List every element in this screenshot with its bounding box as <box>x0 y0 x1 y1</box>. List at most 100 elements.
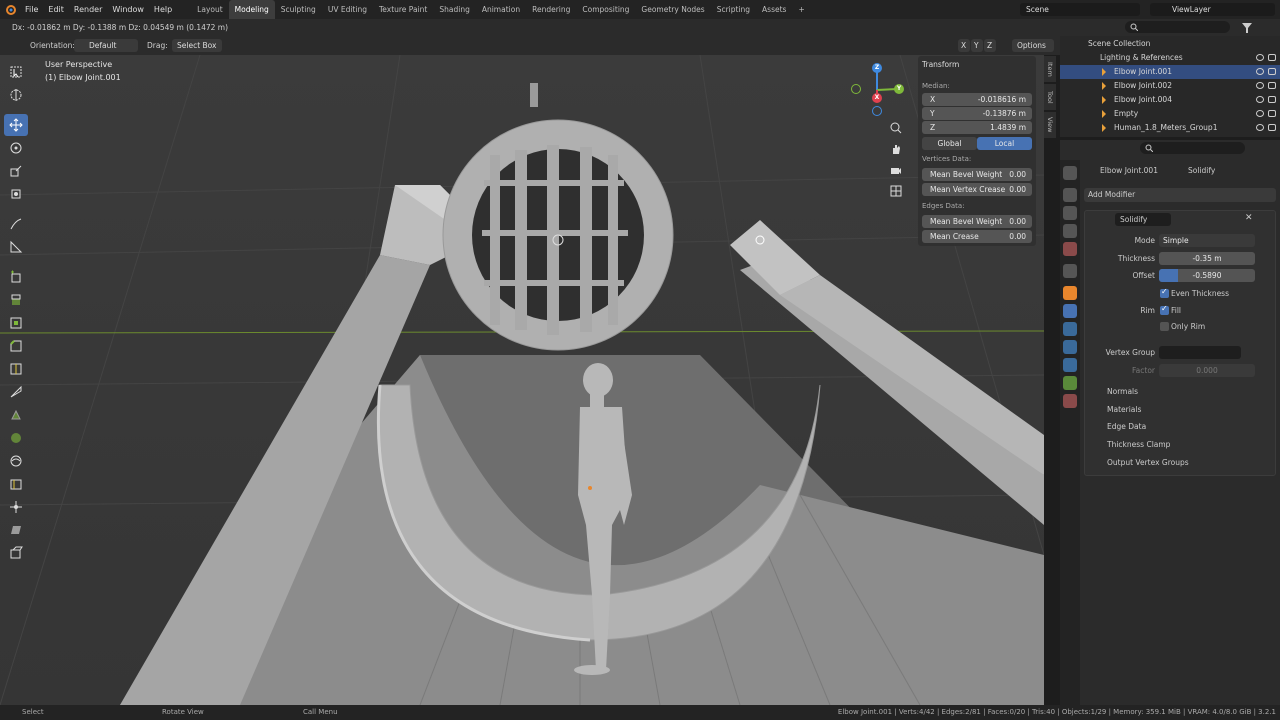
tab-sculpting[interactable]: Sculpting <box>275 0 322 19</box>
gizmo-z[interactable]: Z <box>872 63 882 73</box>
local-toggle[interactable]: Local <box>977 137 1032 150</box>
fill-checkbox[interactable] <box>1160 304 1169 315</box>
close-icon[interactable]: ✕ <box>1245 213 1253 223</box>
eye-icon[interactable] <box>1256 96 1264 103</box>
camera-icon[interactable] <box>888 162 904 178</box>
tab-scripting[interactable]: Scripting <box>711 0 756 19</box>
outliner-scene-collection[interactable]: Scene Collection <box>1060 37 1280 51</box>
menu-help[interactable]: Help <box>149 0 177 19</box>
select-box-tool[interactable] <box>4 61 28 83</box>
pan-hand-icon[interactable] <box>888 141 904 157</box>
tab-geometry-nodes[interactable]: Geometry Nodes <box>635 0 710 19</box>
subpanel-materials[interactable]: Materials <box>1107 405 1141 414</box>
tab-uv-editing[interactable]: UV Editing <box>322 0 373 19</box>
drag-dropdown[interactable]: Select Box <box>172 39 222 52</box>
poly-build-tool[interactable] <box>4 404 28 426</box>
tab-assets[interactable]: Assets <box>756 0 792 19</box>
options-dropdown[interactable]: Options <box>1012 39 1054 52</box>
menu-edit[interactable]: Edit <box>43 0 69 19</box>
camera-icon[interactable] <box>1268 96 1276 103</box>
measure-tool[interactable] <box>4 236 28 258</box>
annotate-tool[interactable] <box>4 213 28 235</box>
render-tab-icon[interactable] <box>1063 188 1077 202</box>
outliner-search-input[interactable] <box>1125 21 1230 33</box>
global-toggle[interactable]: Global <box>922 137 977 150</box>
world-tab-icon[interactable] <box>1063 264 1077 278</box>
scene-tab-icon[interactable] <box>1063 242 1077 256</box>
gizmo-x[interactable]: X <box>872 93 882 103</box>
mean-vertex-crease-field[interactable]: Mean Vertex Crease 0.00 <box>922 183 1032 196</box>
eye-icon[interactable] <box>1256 82 1264 89</box>
knife-tool[interactable] <box>4 381 28 403</box>
outliner-collection-row[interactable]: Lighting & References <box>1060 51 1280 65</box>
scale-tool[interactable] <box>4 160 28 182</box>
constraints-tab-icon[interactable] <box>1063 358 1077 372</box>
rip-region-tool[interactable] <box>4 542 28 564</box>
material-tab-icon[interactable] <box>1063 394 1077 408</box>
tab-shading[interactable]: Shading <box>433 0 475 19</box>
vertex-group-input[interactable] <box>1159 346 1241 359</box>
subpanel-normals[interactable]: Normals <box>1107 387 1138 396</box>
mean-bevel-weight-field[interactable]: Mean Bevel Weight 0.00 <box>922 168 1032 181</box>
subpanel-output-vertex-groups[interactable]: Output Vertex Groups <box>1107 458 1189 467</box>
add-modifier-dropdown[interactable]: Add Modifier <box>1084 188 1276 202</box>
view-layer-tab-icon[interactable] <box>1063 224 1077 238</box>
edge-mean-bevel-weight-field[interactable]: Mean Bevel Weight 0.00 <box>922 215 1032 228</box>
outliner-item-elbow-joint-004[interactable]: Elbow Joint.004 <box>1060 93 1280 107</box>
add-workspace-button[interactable]: + <box>792 0 810 19</box>
subpanel-thickness-clamp[interactable]: Thickness Clamp <box>1107 440 1170 449</box>
gizmo-y[interactable]: Y <box>894 84 904 94</box>
object-tab-icon[interactable] <box>1063 286 1077 300</box>
menu-file[interactable]: File <box>20 0 43 19</box>
outliner-item-elbow-joint-002[interactable]: Elbow Joint.002 <box>1060 79 1280 93</box>
menu-window[interactable]: Window <box>107 0 149 19</box>
gizmo-neg-y[interactable] <box>851 84 861 94</box>
outliner-item-elbow-joint-001[interactable]: Elbow Joint.001 <box>1060 65 1280 79</box>
thickness-field[interactable]: -0.35 m <box>1159 252 1255 265</box>
viewlayer-selector[interactable]: ViewLayer <box>1150 3 1275 16</box>
zoom-icon[interactable] <box>888 120 904 136</box>
shrink-fatten-tool[interactable] <box>4 496 28 518</box>
transform-tool[interactable] <box>4 183 28 205</box>
add-cube-tool[interactable] <box>4 266 28 288</box>
filter-icon[interactable] <box>1242 23 1252 33</box>
outliner-item-human[interactable]: Human_1.8_Meters_Group1 <box>1060 121 1280 135</box>
menu-render[interactable]: Render <box>69 0 107 19</box>
subpanel-edge-data[interactable]: Edge Data <box>1107 422 1146 431</box>
cursor-tool[interactable] <box>4 84 28 106</box>
eye-icon[interactable] <box>1256 68 1264 75</box>
camera-icon[interactable] <box>1268 54 1276 61</box>
mirror-y-button[interactable]: Y <box>971 39 983 52</box>
modifier-wrench-icon[interactable] <box>1063 304 1077 318</box>
eye-icon[interactable] <box>1256 54 1264 61</box>
properties-search-input[interactable] <box>1140 142 1245 154</box>
median-z-field[interactable]: Z 1.4839 m <box>922 121 1032 134</box>
blender-logo-icon[interactable] <box>0 0 20 19</box>
mirror-x-button[interactable]: X <box>958 39 970 52</box>
tool-tab-icon[interactable] <box>1063 166 1077 180</box>
data-tab-icon[interactable] <box>1063 376 1077 390</box>
outliner-item-empty[interactable]: Empty <box>1060 107 1280 121</box>
bevel-tool[interactable] <box>4 335 28 357</box>
eye-icon[interactable] <box>1256 124 1264 131</box>
scene-selector[interactable]: Scene <box>1020 3 1140 16</box>
tab-tool[interactable]: Tool <box>1044 84 1056 110</box>
mean-crease-field[interactable]: Mean Crease 0.00 <box>922 230 1032 243</box>
particles-tab-icon[interactable] <box>1063 322 1077 336</box>
camera-icon[interactable] <box>1268 82 1276 89</box>
orientation-dropdown[interactable]: Default <box>74 39 138 52</box>
even-thickness-checkbox[interactable] <box>1160 287 1169 298</box>
modifier-name-input[interactable]: Solidify <box>1115 213 1171 226</box>
factor-field[interactable]: 0.000 <box>1159 364 1255 377</box>
grid-projection-icon[interactable] <box>888 183 904 199</box>
rotate-tool[interactable] <box>4 137 28 159</box>
tab-rendering[interactable]: Rendering <box>526 0 576 19</box>
navigation-gizmo[interactable]: Z Y X <box>850 60 910 120</box>
smooth-tool[interactable] <box>4 450 28 472</box>
tab-compositing[interactable]: Compositing <box>576 0 635 19</box>
edge-slide-tool[interactable] <box>4 473 28 495</box>
eye-icon[interactable] <box>1256 110 1264 117</box>
camera-icon[interactable] <box>1268 68 1276 75</box>
offset-slider[interactable]: -0.5890 <box>1159 269 1255 282</box>
physics-tab-icon[interactable] <box>1063 340 1077 354</box>
